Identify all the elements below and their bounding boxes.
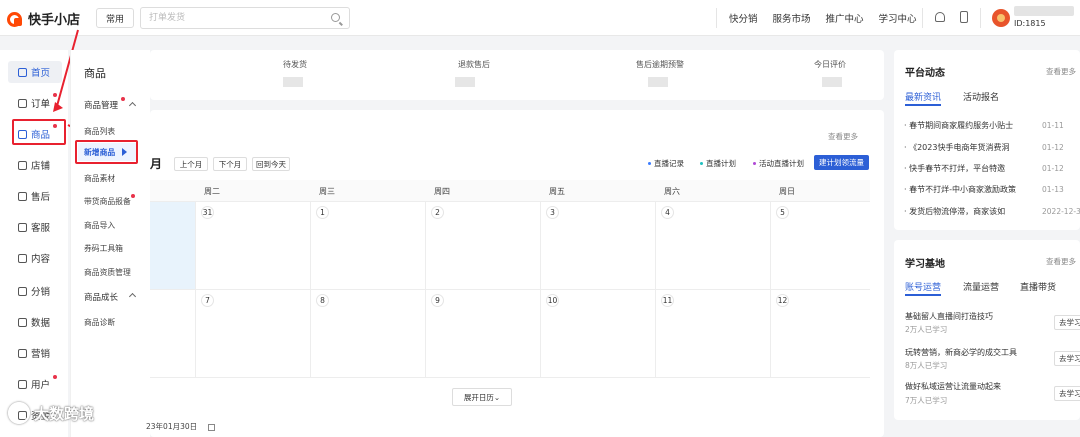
calendar-cell[interactable]: 5: [771, 202, 870, 290]
expand-calendar-button[interactable]: 展开日历 ⌄: [452, 388, 512, 406]
subnav-coupon-toolbox[interactable]: 券码工具箱: [84, 243, 123, 254]
calendar-grid: 周二 周三 周四 周五 周六 周日 31 1 2 3 4 5 7 8 9 10 …: [150, 180, 870, 378]
news-date: 01-12: [1042, 143, 1064, 152]
chevron-down-icon: ⌄: [493, 392, 501, 402]
calendar-cell[interactable]: 10: [541, 290, 656, 378]
news-date: 01-11: [1042, 121, 1064, 130]
subnav-product-material[interactable]: 商品素材: [84, 173, 115, 184]
go-learn-button[interactable]: 去学习: [1054, 315, 1080, 330]
calendar-cell[interactable]: 8: [311, 290, 426, 378]
calendar-cell[interactable]: 2: [426, 202, 541, 290]
stat-refund[interactable]: 退款售后: [458, 59, 490, 70]
course-title[interactable]: 玩转营销，新商必学的成交工具: [905, 347, 1017, 358]
next-month-button[interactable]: 下个月: [213, 157, 247, 171]
notification-dot: [131, 194, 135, 198]
platform-news-title: 平台动态: [905, 68, 945, 79]
tab-traffic-ops[interactable]: 流量运营: [963, 280, 999, 293]
calendar-cell[interactable]: 3: [541, 202, 656, 290]
weekday-sun: 周日: [779, 186, 795, 196]
stat-value-blurred: [283, 77, 303, 87]
calendar-cell[interactable]: 31: [196, 202, 311, 290]
create-plan-button[interactable]: 建计划领流量: [814, 155, 869, 170]
tab-account-ops[interactable]: 账号运营: [905, 280, 941, 293]
stat-pending-shipment[interactable]: 待发货: [283, 59, 307, 70]
weekday-thu: 周四: [434, 186, 450, 196]
subnav-qualification[interactable]: 商品资质管理: [84, 267, 131, 278]
tab-live-selling[interactable]: 直播带货: [1020, 280, 1056, 293]
calendar-cell[interactable]: 7: [196, 290, 311, 378]
calendar-cell[interactable]: 12: [771, 290, 870, 378]
weekday-tue: 周二: [204, 186, 220, 196]
calendar-month: 月: [150, 157, 163, 171]
stat-value-blurred: [822, 77, 842, 87]
stats-card: [150, 50, 884, 100]
stat-today-reviews[interactable]: 今日评价: [814, 59, 846, 70]
legend-live-record: 直播记录: [648, 158, 684, 169]
notification-dot: [121, 97, 125, 101]
calendar-cell[interactable]: 1: [311, 202, 426, 290]
sub-nav-title: 商品: [84, 67, 106, 80]
subnav-product-import[interactable]: 商品导入: [84, 220, 115, 231]
stat-value-blurred: [455, 77, 475, 87]
news-date: 01-12: [1042, 164, 1064, 173]
calendar-cell-today[interactable]: [150, 202, 196, 290]
watermark-logo-icon: [8, 402, 30, 424]
course-learners: 8万人已学习: [905, 361, 948, 370]
news-item[interactable]: · 春节不打烊-中小商家激励政策: [904, 184, 1034, 195]
legend-live-plan: 直播计划: [700, 158, 736, 169]
calendar-header-row: [150, 180, 870, 202]
news-date: 2022-12-30: [1042, 207, 1080, 216]
course-learners: 7万人已学习: [905, 396, 948, 405]
stat-overdue-warning[interactable]: 售后逾期预警: [636, 59, 684, 70]
tab-latest-news[interactable]: 最新资讯: [905, 90, 941, 103]
highlight-box-new-product: [75, 140, 138, 164]
legend-dot-icon: [753, 162, 756, 165]
news-date: 01-13: [1042, 185, 1064, 194]
tab-activity-signup[interactable]: 活动报名: [963, 90, 999, 103]
news-item[interactable]: · 春节期间商家履约服务小贴士: [904, 120, 1034, 131]
legend-dot-icon: [648, 162, 651, 165]
course-title[interactable]: 基础留人直播间打造技巧: [905, 311, 993, 322]
weekday-wed: 周三: [319, 186, 335, 196]
learning-title: 学习基地: [905, 259, 945, 270]
legend-activity-plan: 活动直播计划: [753, 158, 804, 169]
calendar-cell[interactable]: [150, 290, 196, 378]
calendar-see-more[interactable]: 查看更多: [828, 131, 858, 142]
active-tab-indicator: [905, 104, 941, 106]
weekday-sat: 周六: [664, 186, 680, 196]
today-button[interactable]: 回到今天: [252, 157, 290, 171]
watermark: 大数跨境: [8, 402, 94, 424]
calendar-icon[interactable]: [207, 423, 215, 431]
course-title[interactable]: 做好私域运营让流量动起来: [905, 381, 1001, 392]
go-learn-button[interactable]: 去学习: [1054, 351, 1080, 366]
calendar-cell[interactable]: 4: [656, 202, 771, 290]
news-item[interactable]: · 发货后物流停滞，商家该如: [904, 206, 1034, 217]
news-item[interactable]: · 快手春节不打烊，平台特邀: [904, 163, 1034, 174]
go-learn-button[interactable]: 去学习: [1054, 386, 1080, 401]
learning-see-more[interactable]: 查看更多: [1046, 256, 1076, 267]
news-item[interactable]: · 《2023快手电商年货消费洞: [904, 142, 1034, 153]
weekday-fri: 周五: [549, 186, 565, 196]
prev-month-button[interactable]: 上个月: [174, 157, 208, 171]
calendar-cell[interactable]: 11: [656, 290, 771, 378]
stat-value-blurred: [648, 77, 668, 87]
course-learners: 2万人已学习: [905, 325, 948, 334]
subnav-product-report[interactable]: 带货商品报备: [84, 196, 131, 207]
active-tab-indicator: [905, 294, 941, 296]
group-product-growth[interactable]: 商品成长: [84, 291, 118, 303]
subnav-product-list[interactable]: 商品列表: [84, 126, 115, 137]
platform-see-more[interactable]: 查看更多: [1046, 66, 1076, 77]
group-product-management[interactable]: 商品管理: [84, 99, 118, 111]
subnav-product-diagnosis[interactable]: 商品诊断: [84, 317, 115, 328]
legend-dot-icon: [700, 162, 703, 165]
footer-date: 23年01月30日: [146, 421, 215, 432]
calendar-cell[interactable]: 9: [426, 290, 541, 378]
